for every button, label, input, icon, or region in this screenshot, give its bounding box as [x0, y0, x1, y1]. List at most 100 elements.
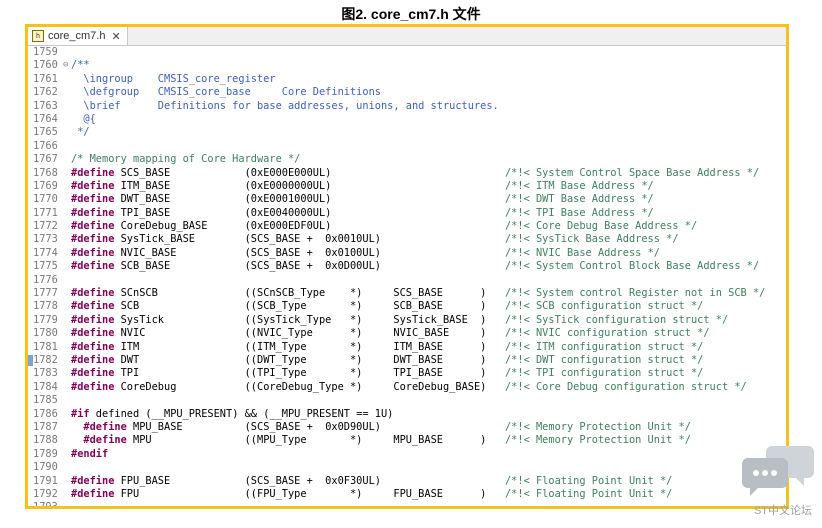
tab-title: core_cm7.h [48, 30, 106, 42]
keyword: #define [71, 474, 115, 487]
code-token: MPU ((MPU_Type *) MPU_BASE ) [126, 434, 505, 447]
code-line[interactable]: 1778 #define SCB ((SCB_Type *) SCB_BASE )… [28, 300, 786, 313]
code-token: SysTick_BASE (SCS_BASE + 0x0010UL) [114, 233, 505, 246]
code-line[interactable]: 1779 #define SysTick ((SysTick_Type *) Sy… [28, 314, 786, 327]
code-line[interactable]: 1763 \brief Definitions for base address… [28, 100, 786, 113]
fold-toggle-icon[interactable]: ⊖ [63, 59, 68, 72]
code-line[interactable]: 1776 [28, 274, 786, 287]
line-number: 1789 [33, 447, 58, 460]
comment: /*!< Floating Point Unit */ [504, 474, 673, 487]
code-text: #if defined (__MPU_PRESENT) && (__MPU_PR… [71, 408, 393, 421]
code-line[interactable]: 1774 #define NVIC_BASE (SCS_BASE + 0x0100… [28, 247, 786, 260]
code-line[interactable]: 1777 #define SCnSCB ((SCnSCB_Type *) SCS_… [28, 287, 786, 300]
code-line[interactable]: 1767 /* Memory mapping of Core Hardware *… [28, 153, 786, 166]
code-line[interactable]: 1789 #endif [28, 448, 786, 461]
code-token: NVIC ((NVIC_Type *) NVIC_BASE ) [114, 327, 505, 340]
code-line[interactable]: 1772 #define CoreDebug_BASE (0xE000EDF0UL… [28, 220, 786, 233]
line-number: 1792 [33, 487, 58, 500]
comment: /*!< DWT configuration struct */ [504, 353, 704, 366]
code-line[interactable]: 1783 #define TPI ((TPI_Type *) TPI_BASE )… [28, 367, 786, 380]
comment: /*!< System control Register not in SCB … [504, 287, 766, 300]
comment: */ [71, 126, 90, 139]
comment: \defgroup CMSIS_core_base Core Definitio… [71, 86, 381, 99]
code-line[interactable]: 1792 #define FPU ((FPU_Type *) FPU_BASE )… [28, 488, 786, 501]
code-line[interactable]: 1773 #define SysTick_BASE (SCS_BASE + 0x0… [28, 233, 786, 246]
code-text: #define MPU ((MPU_Type *) MPU_BASE ) /*!… [71, 434, 691, 447]
code-line[interactable]: 1762 \defgroup CMSIS_core_base Core Defi… [28, 86, 786, 99]
code-token: defined (__MPU_PRESENT) && (__MPU_PRESEN… [89, 407, 394, 420]
comment: /*!< Core Debug Base Address */ [504, 220, 698, 233]
line-number: 1769 [33, 179, 58, 192]
comment: @{ [71, 112, 96, 125]
code-token: NVIC_BASE (SCS_BASE + 0x0100UL) [114, 246, 505, 259]
code-line[interactable]: 1759 [28, 46, 786, 59]
comment: /*!< ITM Base Address */ [504, 179, 654, 192]
code-text: \brief Definitions for base addresses, u… [71, 99, 499, 113]
line-number: 1761 [33, 72, 58, 85]
code-token: FPU_BASE (SCS_BASE + 0x0F30UL) [114, 474, 505, 487]
line-number: 1773 [33, 233, 58, 246]
line-number: 1793 [33, 501, 58, 509]
code-text: #define ITM ((ITM_Type *) ITM_BASE ) /*!… [71, 341, 703, 354]
code-text: #define SysTick ((SysTick_Type *) SysTic… [71, 314, 728, 327]
code-text: #define DWT_BASE (0xE0001000UL) /*!< DWT… [71, 193, 654, 206]
code-line[interactable]: 1760 ⊖/** [28, 59, 786, 72]
code-line[interactable]: 1771 #define TPI_BASE (0xE0040000UL) /*!<… [28, 207, 786, 220]
code-text: #define SCB_BASE (SCS_BASE + 0x0D00UL) /… [71, 260, 759, 273]
code-editor[interactable]: 1759 1760 ⊖/** 1761 \ingroup CMSIS_core_reg… [28, 46, 786, 506]
code-line[interactable]: 1775 #define SCB_BASE (SCS_BASE + 0x0D00U… [28, 260, 786, 273]
close-icon[interactable]: ✕ [111, 30, 120, 43]
keyword: #define [71, 179, 115, 192]
comment: /*!< NVIC Base Address */ [504, 246, 660, 259]
code-line[interactable]: 1770 #define DWT_BASE (0xE0001000UL) /*!<… [28, 193, 786, 206]
code-line[interactable]: 1785 [28, 394, 786, 407]
code-text: */ [71, 126, 90, 139]
code-text: #define TPI ((TPI_Type *) TPI_BASE ) /*!… [71, 367, 703, 380]
comment: /*!< TPI configuration struct */ [504, 367, 704, 380]
line-number: 1765 [33, 126, 58, 139]
line-number: 1777 [33, 287, 58, 300]
code-text: #define NVIC ((NVIC_Type *) NVIC_BASE ) … [71, 327, 710, 340]
comment: \brief Definitions for base addresses, u… [71, 99, 499, 112]
code-line[interactable]: 1766 [28, 140, 786, 153]
forum-chat-icon [742, 446, 814, 496]
line-number: 1768 [33, 166, 58, 179]
code-text: #endif [71, 448, 108, 461]
code-line[interactable]: 1790 [28, 461, 786, 474]
line-number: 1785 [33, 394, 58, 407]
comment: /*!< NVIC configuration struct */ [504, 327, 710, 340]
code-line[interactable]: 1781 #define ITM ((ITM_Type *) ITM_BASE )… [28, 341, 786, 354]
code-line[interactable]: 1791 #define FPU_BASE (SCS_BASE + 0x0F30U… [28, 475, 786, 488]
code-line[interactable]: 1761 \ingroup CMSIS_core_register [28, 73, 786, 86]
comment: /*!< SysTick Base Address */ [504, 233, 679, 246]
code-token: TPI ((TPI_Type *) TPI_BASE ) [114, 367, 505, 380]
tab-core-cm7-h[interactable]: h core_cm7.h ✕ [28, 27, 128, 45]
keyword: #define [71, 193, 115, 206]
comment: /*!< Memory Protection Unit */ [504, 434, 691, 447]
code-line[interactable]: 1788 #define MPU ((MPU_Type *) MPU_BASE … [28, 434, 786, 447]
code-line[interactable]: 1769 #define ITM_BASE (0xE0000000UL) /*!<… [28, 180, 786, 193]
code-line[interactable]: 1768 #define SCS_BASE (0xE000E000UL) /*!<… [28, 167, 786, 180]
code-token: TPI_BASE (0xE0040000UL) [114, 206, 505, 219]
line-number: 1778 [33, 300, 58, 313]
keyword: #define [71, 313, 115, 326]
code-token: SysTick ((SysTick_Type *) SysTick_BASE ) [114, 313, 505, 326]
line-number: 1767 [33, 153, 58, 166]
line-number: 1784 [33, 380, 58, 393]
keyword: #define [71, 287, 115, 300]
code-line[interactable]: 1784 #define CoreDebug ((CoreDebug_Type *… [28, 381, 786, 394]
line-number: 1775 [33, 260, 58, 273]
code-line[interactable]: 1764 @{ [28, 113, 786, 126]
code-token: SCnSCB ((SCnSCB_Type *) SCS_BASE ) [114, 287, 505, 300]
code-line[interactable]: 1782 #define DWT ((DWT_Type *) DWT_BASE )… [28, 354, 786, 367]
code-token: CoreDebug_BASE (0xE000EDF0UL) [114, 220, 505, 233]
code-line[interactable]: 1780 #define NVIC ((NVIC_Type *) NVIC_BAS… [28, 327, 786, 340]
code-line[interactable]: 1765 */ [28, 126, 786, 139]
code-line[interactable]: 1787 #define MPU_BASE (SCS_BASE + 0x0D90… [28, 421, 786, 434]
comment: /*!< System Control Block Base Address *… [504, 260, 760, 273]
code-line[interactable]: 1786 #if defined (__MPU_PRESENT) && (__MP… [28, 408, 786, 421]
comment: /*!< Memory Protection Unit */ [504, 420, 691, 433]
code-line[interactable]: 1793 [28, 501, 786, 509]
